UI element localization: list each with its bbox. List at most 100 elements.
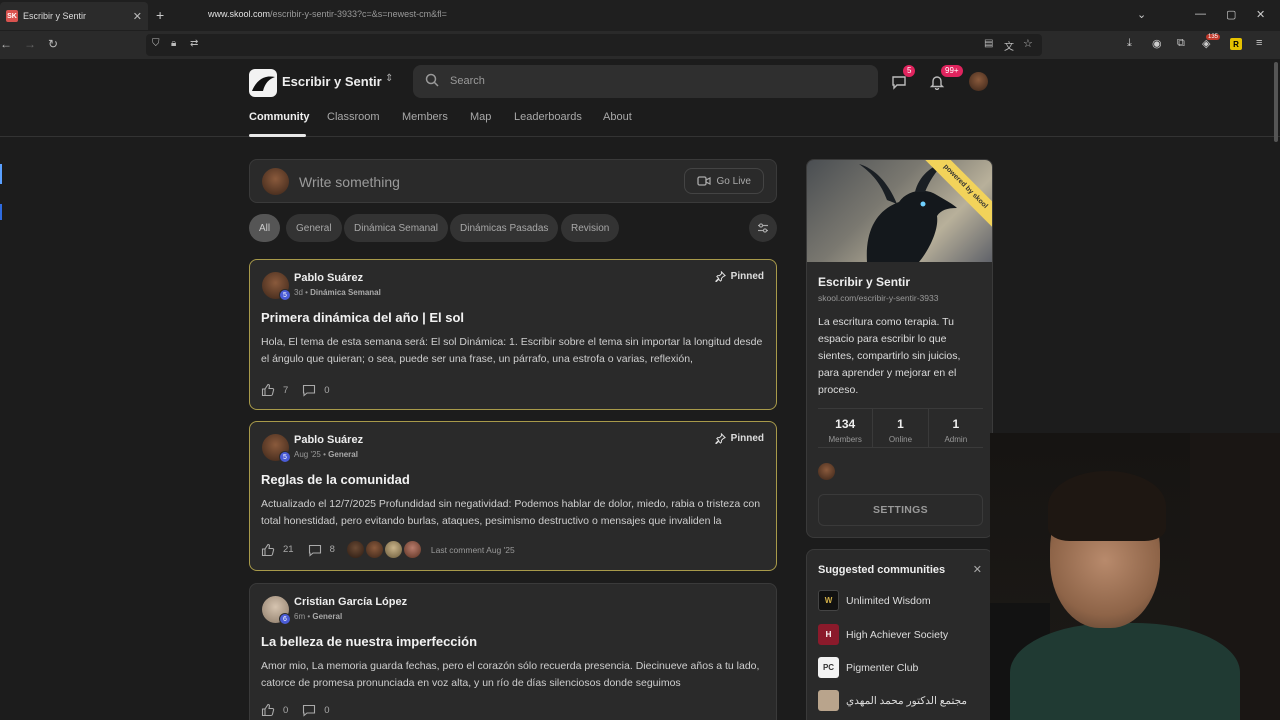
post-card[interactable]: 5 Pablo Suárez 3d • Dinámica Semanal Pin… <box>249 259 777 410</box>
commenter-avatar[interactable] <box>384 541 402 558</box>
comment-icon[interactable] <box>302 383 316 397</box>
stat-online[interactable]: 1 Online <box>873 409 929 447</box>
filter-revision[interactable]: Revision <box>561 214 620 242</box>
commenter-avatar[interactable] <box>403 541 421 558</box>
tab-leaderboards[interactable]: Leaderboards <box>514 111 582 123</box>
like-count: 21 <box>283 544 294 555</box>
forward-icon[interactable]: → <box>24 37 36 51</box>
translate-icon[interactable]: 文 <box>1004 38 1014 53</box>
notification-bell-icon[interactable] <box>929 74 945 90</box>
filter-all[interactable]: All <box>249 214 281 242</box>
reload-icon[interactable]: ↻ <box>48 37 58 51</box>
maximize-icon[interactable]: ▢ <box>1226 8 1236 21</box>
tracking-icon[interactable]: ⇄ <box>190 38 198 49</box>
community-url[interactable]: skool.com/escribir-y-sentir-3933 <box>818 293 938 303</box>
back-icon[interactable]: ← <box>0 37 12 51</box>
post-title[interactable]: Primera dinámica del año | El sol <box>261 310 464 325</box>
post-title[interactable]: La belleza de nuestra imperfección <box>261 634 477 649</box>
like-icon[interactable] <box>261 383 275 397</box>
person-shirt <box>1010 623 1240 720</box>
browser-nav-bar: ← → ↻ ⛉ 🔒︎ ⇄ ▤ 文 ☆ <box>0 31 1280 59</box>
like-icon[interactable] <box>261 703 275 717</box>
browser-tab-bar: SK Escribir y Sentir ✕ + ⌄ — ▢ ✕ <box>0 0 1280 31</box>
community-logo[interactable] <box>249 69 277 97</box>
lock-icon[interactable]: 🔒︎ <box>171 38 176 49</box>
tab-community[interactable]: Community <box>249 111 310 123</box>
extension-r-icon[interactable]: R <box>1230 38 1242 50</box>
comment-icon[interactable] <box>302 703 316 717</box>
comment-icon[interactable] <box>308 543 322 557</box>
tab-list-chevron-icon[interactable]: ⌄ <box>1137 8 1146 21</box>
like-icon[interactable] <box>261 543 275 557</box>
go-live-button[interactable]: Go Live <box>683 168 764 194</box>
tab-classroom[interactable]: Classroom <box>327 111 380 123</box>
suggested-item[interactable]: PC Pigmenter Club <box>818 657 918 678</box>
post-excerpt: Hola, El tema de esta semana será: El so… <box>261 336 763 365</box>
community-switcher-icon[interactable]: ⇕ <box>385 73 393 84</box>
user-avatar[interactable] <box>969 72 988 91</box>
chat-icon[interactable] <box>891 74 907 90</box>
tab-about[interactable]: About <box>603 111 632 123</box>
post-meta: Aug '25 • General <box>294 450 358 459</box>
tab-close-icon[interactable]: ✕ <box>133 10 142 23</box>
browser-tab[interactable]: SK Escribir y Sentir ✕ <box>0 2 148 30</box>
like-count: 7 <box>283 384 289 396</box>
search-input[interactable]: Search <box>413 65 878 98</box>
community-card: powered by skool Escribir y Sentir skool… <box>806 159 993 538</box>
settings-button[interactable]: SETTINGS <box>818 494 983 526</box>
sliders-icon <box>758 223 768 233</box>
profile-icon[interactable]: ◉ <box>1152 37 1162 50</box>
post-excerpt: Amor mio, La memoria guarda fechas, pero… <box>261 660 760 689</box>
post-stats: 21 8 Last comment Aug '25 <box>261 541 515 558</box>
minimize-icon[interactable]: — <box>1195 8 1206 20</box>
author-name[interactable]: Cristian García López <box>294 596 407 608</box>
stat-admin[interactable]: 1 Admin <box>929 409 983 447</box>
filter-settings-button[interactable] <box>749 214 777 242</box>
author-name[interactable]: Pablo Suárez <box>294 272 363 284</box>
post-composer[interactable]: Write something Go Live <box>249 159 777 203</box>
person-hair <box>1048 471 1166 541</box>
post-excerpt: Actualizado el 12/7/2025 Profundidad sin… <box>261 498 761 527</box>
community-name[interactable]: Escribir y Sentir <box>282 74 382 89</box>
new-tab-icon[interactable]: + <box>156 7 164 23</box>
shield-icon[interactable]: ⛉ <box>152 38 160 49</box>
filter-dinamicas-pasadas[interactable]: Dinámicas Pasadas <box>450 214 559 242</box>
post-card[interactable]: 5 Pablo Suárez Aug '25 • General Pinned … <box>249 421 777 571</box>
filter-dinamica-semanal[interactable]: Dinámica Semanal <box>344 214 448 242</box>
author-name[interactable]: Pablo Suárez <box>294 434 363 446</box>
level-badge: 5 <box>279 289 291 301</box>
bookmark-star-icon[interactable]: ☆ <box>1023 37 1033 50</box>
suggested-item[interactable]: مجتمع الدكتور محمد المهدي <box>818 690 967 711</box>
community-description: La escritura como terapia. Tu espacio pa… <box>818 316 961 396</box>
page-scrollbar[interactable] <box>1274 62 1278 142</box>
commenter-avatar[interactable] <box>346 541 364 558</box>
community-icon: H <box>818 624 839 645</box>
suggested-item[interactable]: H High Achiever Society <box>818 624 948 645</box>
reader-icon[interactable]: ▤ <box>984 38 993 49</box>
download-icon[interactable]: ⤓ <box>1127 37 1132 50</box>
url-text[interactable]: www.skool.com/escribir-y-sentir-3933?c=&… <box>208 9 447 19</box>
tab-members[interactable]: Members <box>402 111 448 123</box>
pinned-label: Pinned <box>715 433 764 444</box>
filter-general[interactable]: General <box>286 214 342 242</box>
commenter-avatar[interactable] <box>365 541 383 558</box>
comment-count: 0 <box>324 384 330 396</box>
post-card[interactable]: 6 Cristian García López 6m • General La … <box>249 583 777 720</box>
menu-icon[interactable]: ≡ <box>1256 37 1262 49</box>
post-title[interactable]: Reglas de la comunidad <box>261 472 410 487</box>
stat-members[interactable]: 134 Members <box>818 409 874 447</box>
window-close-icon[interactable]: ✕ <box>1256 8 1265 21</box>
close-icon[interactable]: ✕ <box>973 563 982 576</box>
composer-avatar <box>262 168 289 195</box>
commenter-avatars <box>345 541 421 558</box>
suggested-item[interactable]: W Unlimited Wisdom <box>818 590 931 611</box>
tab-map[interactable]: Map <box>470 111 491 123</box>
webcam-overlay <box>990 433 1280 720</box>
member-avatar[interactable] <box>818 463 835 480</box>
extensions-icon[interactable]: ⧉ <box>1177 37 1185 50</box>
post-stats: 0 0 <box>261 703 344 717</box>
address-bar[interactable]: ⛉ 🔒︎ ⇄ ▤ 文 ☆ <box>146 34 1042 56</box>
community-card-name: Escribir y Sentir <box>818 275 911 289</box>
post-meta: 6m • General <box>294 612 343 621</box>
level-badge: 6 <box>279 613 291 625</box>
